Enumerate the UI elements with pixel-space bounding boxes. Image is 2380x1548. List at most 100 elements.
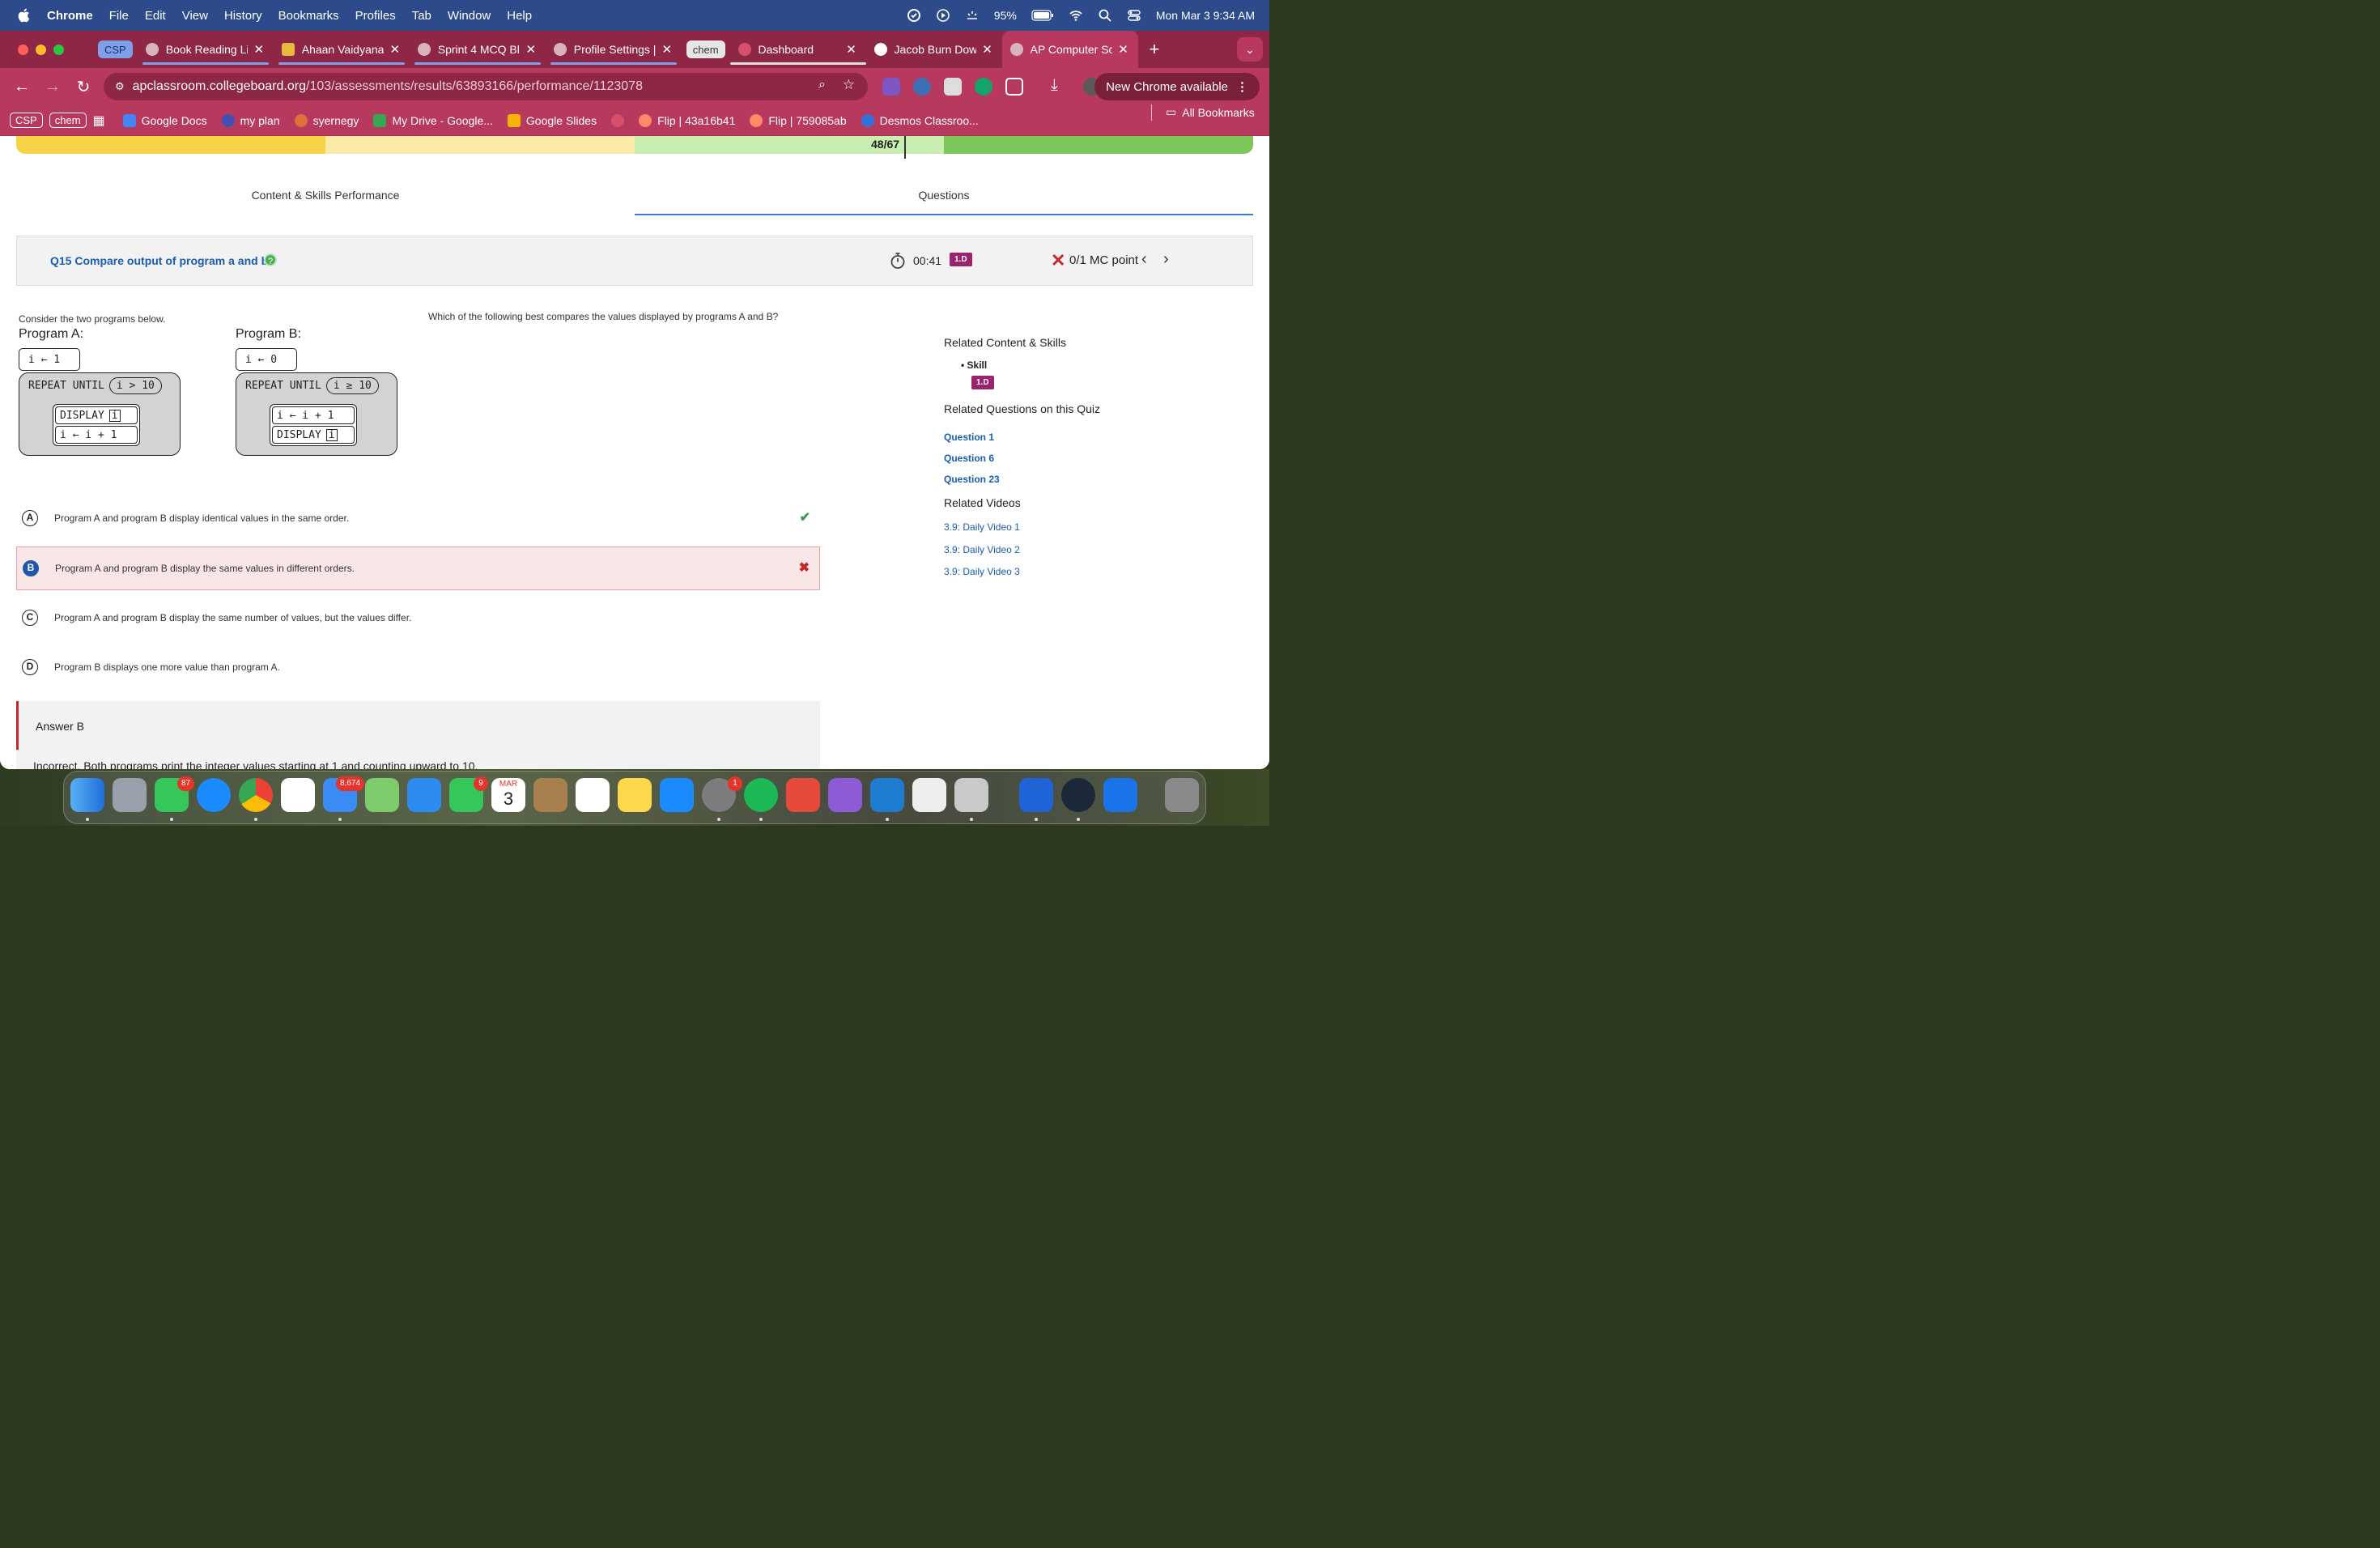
calendar-icon[interactable]: MAR 3	[491, 778, 525, 812]
battery-icon[interactable]	[1031, 10, 1054, 21]
close-window-button[interactable]	[18, 44, 28, 55]
related-video-link[interactable]: 3.9: Daily Video 3	[944, 566, 1020, 577]
trash-icon[interactable]	[1165, 778, 1199, 812]
clock[interactable]: Mon Mar 3 9:34 AM	[1156, 9, 1255, 22]
answer-choice-d[interactable]: D Program B displays one more value than…	[16, 646, 820, 690]
bookmark-google-docs[interactable]: Google Docs	[122, 113, 207, 127]
close-tab-icon[interactable]: ✕	[525, 42, 538, 57]
menu-file[interactable]: File	[109, 9, 129, 23]
tab-dashboard[interactable]: Dashboard ✕	[729, 31, 866, 68]
close-tab-icon[interactable]: ✕	[253, 42, 266, 57]
safari-icon[interactable]	[197, 778, 231, 812]
forward-button[interactable]: →	[40, 78, 65, 96]
bookmark-syernegy[interactable]: syernegy	[294, 113, 359, 127]
menu-window[interactable]: Window	[448, 9, 491, 23]
apps-grid-icon[interactable]: ▦	[93, 113, 105, 129]
related-question-link[interactable]: Question 23	[944, 474, 1000, 485]
tab-questions[interactable]: Questions	[635, 181, 1253, 215]
question-help-icon[interactable]: ?	[264, 253, 277, 266]
tab-ap-computer-science[interactable]: AP Computer Sc ✕	[1001, 31, 1138, 68]
menu-help[interactable]: Help	[507, 9, 532, 23]
finder-icon[interactable]	[70, 778, 104, 812]
brightness-icon[interactable]	[965, 8, 980, 23]
extensions-puzzle-icon[interactable]	[1005, 78, 1023, 96]
tab-content-skills[interactable]: Content & Skills Performance	[16, 181, 635, 215]
play-status-icon[interactable]	[936, 8, 950, 23]
maps-icon[interactable]	[365, 778, 399, 812]
tab-book-reading-list[interactable]: Book Reading Lis ✕	[138, 31, 274, 68]
contacts-icon[interactable]	[533, 778, 567, 812]
notes-icon[interactable]	[618, 778, 652, 812]
extension-globe-icon[interactable]	[913, 78, 931, 96]
launchpad-icon[interactable]	[113, 778, 147, 812]
close-tab-icon[interactable]: ✕	[661, 42, 674, 57]
photos-icon[interactable]	[281, 778, 315, 812]
close-tab-icon[interactable]: ✕	[1117, 42, 1130, 57]
grammarly-icon[interactable]	[975, 78, 992, 96]
menu-bookmarks[interactable]: Bookmarks	[278, 9, 339, 23]
all-bookmarks[interactable]: ▭ All Bookmarks	[1166, 105, 1255, 119]
steam-icon[interactable]	[1061, 778, 1095, 812]
menu-edit[interactable]: Edit	[145, 9, 166, 23]
menu-tab[interactable]: Tab	[412, 9, 431, 23]
reload-button[interactable]: ↻	[71, 77, 96, 97]
related-question-link[interactable]: Question 1	[944, 432, 994, 443]
download-icon[interactable]: ⤓	[1051, 76, 1058, 95]
minimize-window-button[interactable]	[36, 44, 46, 55]
tab-search-button[interactable]: ⌄	[1237, 37, 1263, 62]
tab-profile-settings[interactable]: Profile Settings | ✕	[546, 31, 682, 68]
wifi-icon[interactable]	[1069, 8, 1083, 23]
close-tab-icon[interactable]: ✕	[981, 42, 994, 57]
bookmark-star-icon[interactable]: ☆	[843, 77, 855, 93]
tab-group-chem[interactable]: chem	[686, 40, 725, 58]
apple-logo-icon[interactable]	[16, 7, 32, 23]
app-store-icon[interactable]	[660, 778, 694, 812]
back-button[interactable]: ←	[10, 78, 34, 96]
tab-jacob-burn[interactable]: Jacob Burn Dow ✕	[866, 31, 1002, 68]
sync-status-icon[interactable]	[907, 8, 921, 23]
related-video-link[interactable]: 3.9: Daily Video 2	[944, 544, 1020, 555]
related-skill-badge[interactable]: 1.D	[971, 376, 994, 389]
new-chrome-available-button[interactable]: New Chrome available ⋮	[1094, 73, 1260, 100]
bookmark-google-slides[interactable]: Google Slides	[507, 113, 597, 127]
bookmark-group-chem[interactable]: chem	[49, 113, 87, 128]
roblox-icon[interactable]	[912, 778, 946, 812]
menu-app-name[interactable]: Chrome	[47, 9, 93, 23]
tab-ahaan-vaidyanat[interactable]: Ahaan Vaidyanat ✕	[274, 31, 410, 68]
keynote-icon[interactable]	[407, 778, 441, 812]
chrome-icon[interactable]	[239, 778, 273, 812]
feedback-icon[interactable]	[828, 778, 862, 812]
bookmark-my-plan[interactable]: my plan	[221, 113, 280, 127]
tab-sprint-4-mcq[interactable]: Sprint 4 MCQ Bl ✕	[410, 31, 546, 68]
spotlight-search-icon[interactable]	[1098, 8, 1112, 23]
bookmark-canvas[interactable]	[611, 113, 625, 127]
close-tab-icon[interactable]: ✕	[845, 42, 858, 57]
menu-view[interactable]: View	[182, 9, 208, 23]
menu-history[interactable]: History	[224, 9, 262, 23]
game-controller-icon[interactable]	[1103, 778, 1137, 812]
address-bar[interactable]: ⚙ apclassroom.collegeboard.org/103/asses…	[104, 73, 868, 100]
related-video-link[interactable]: 3.9: Daily Video 1	[944, 521, 1020, 533]
tab-group-csp[interactable]: CSP	[98, 40, 133, 58]
spotify-icon[interactable]	[744, 778, 778, 812]
next-question-chevron-icon[interactable]: ›	[1163, 250, 1169, 269]
more-menu-icon[interactable]: ⋮	[1236, 79, 1248, 94]
bookmark-desmos[interactable]: Desmos Classroo...	[861, 113, 979, 127]
bookmark-flip-2[interactable]: Flip | 759085ab	[750, 113, 847, 127]
zoom-window-button[interactable]	[53, 44, 64, 55]
close-tab-icon[interactable]: ✕	[389, 42, 402, 57]
reminders-icon[interactable]	[576, 778, 610, 812]
bookmark-flip-1[interactable]: Flip | 43a16b41	[639, 113, 735, 127]
related-question-link[interactable]: Question 6	[944, 453, 994, 464]
answer-choice-b[interactable]: B Program A and program B display the sa…	[16, 546, 820, 590]
new-tab-button[interactable]: +	[1150, 39, 1160, 60]
question-title[interactable]: Q15 Compare output of program a and b	[50, 254, 268, 267]
menu-profiles[interactable]: Profiles	[355, 9, 396, 23]
iphone-mirroring-icon[interactable]	[954, 778, 988, 812]
extension-rw-icon[interactable]	[882, 78, 900, 96]
answer-choice-a[interactable]: A Program A and program B display identi…	[16, 497, 820, 541]
site-info-icon[interactable]: ⚙	[115, 80, 125, 93]
previous-question-chevron-icon[interactable]: ‹	[1141, 250, 1147, 269]
creative-cloud-icon[interactable]	[786, 778, 820, 812]
vscode-icon[interactable]	[870, 778, 904, 812]
